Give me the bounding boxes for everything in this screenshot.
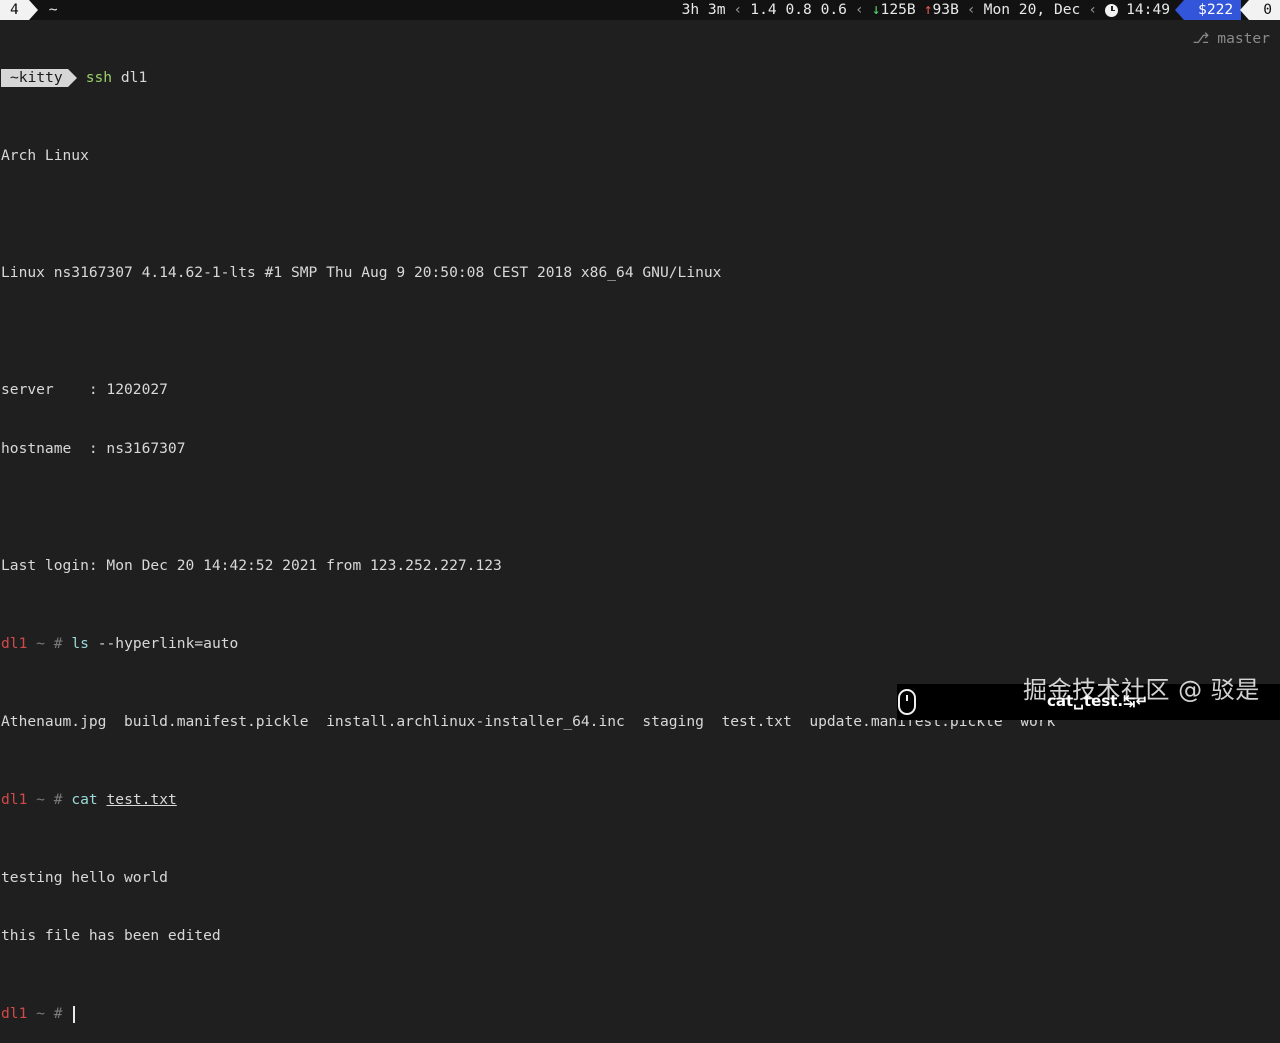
date: Mon 20, Dec xyxy=(983,1,1081,18)
prompt-host: dl1 xyxy=(1,790,28,808)
money-badge: $222 xyxy=(1175,0,1242,20)
prompt-tilde: ~ xyxy=(36,1005,45,1022)
net-down-value: 125B xyxy=(880,1,916,18)
prompt-tilde: ~ xyxy=(36,790,45,808)
command-name: ls xyxy=(71,634,89,652)
file-link[interactable]: test.txt xyxy=(107,791,177,808)
separator-icon: ‹ xyxy=(733,1,743,18)
prompt-host: dl1 xyxy=(1,1005,28,1022)
current-prompt[interactable]: dl1 ~ # xyxy=(1,1004,1279,1024)
clock-icon xyxy=(1105,3,1119,17)
time: 14:49 xyxy=(1126,1,1171,18)
ssh-command: ssh dl1 xyxy=(86,68,148,88)
command-args: --hyperlink=auto xyxy=(97,634,239,652)
download-arrow-icon: ↓ xyxy=(871,1,881,18)
uptime: 3h 3m xyxy=(681,1,726,18)
branch-icon: ⎇ xyxy=(1192,30,1210,48)
ssh-word: ssh xyxy=(85,69,113,86)
watermark: 掘金技术社区 @ 驳是 xyxy=(1023,676,1260,704)
mouse-icon xyxy=(898,689,916,715)
separator-icon: ‹ xyxy=(1088,1,1098,18)
upload-arrow-icon: ↑ xyxy=(923,1,933,18)
prompt-segment: ~kitty xyxy=(1,68,77,87)
command-line-cat: dl1 ~ # cat test.txt xyxy=(1,790,1279,810)
terminal-line: Last login: Mon Dec 20 14:42:52 2021 fro… xyxy=(1,556,502,574)
net-up-value: 93B xyxy=(932,1,959,18)
cat-output-line: this file has been edited xyxy=(1,927,221,944)
command-name: cat xyxy=(71,790,98,808)
prompt-hash: # xyxy=(53,790,63,808)
separator-icon: ‹ xyxy=(854,1,864,18)
terminal-line: server : 1202027 xyxy=(1,381,168,398)
tab-active-label: 4 xyxy=(10,1,19,18)
load-average: 1.4 0.8 0.6 xyxy=(750,1,847,18)
command-line-ls: dl1 ~ # ls --hyperlink=auto xyxy=(1,634,1279,654)
status-right: 3h 3m ‹ 1.4 0.8 0.6 ‹ ↓ 125B ↑ 93B ‹ Mon 2… xyxy=(676,0,1280,20)
count-badge: 0 xyxy=(1240,0,1280,20)
network-stats: ↓ 125B ↑ 93B xyxy=(866,0,965,20)
time-segment: 14:49 xyxy=(1099,0,1176,20)
tmux-status-bar: 4 ~ 3h 3m ‹ 1.4 0.8 0.6 ‹ ↓ 125B ↑ 93B ‹ M… xyxy=(0,0,1280,20)
tab-active[interactable]: 4 xyxy=(0,0,38,20)
text-cursor xyxy=(73,1005,76,1023)
prompt-tilde: ~ xyxy=(36,634,45,652)
ssh-host: dl1 xyxy=(120,69,148,86)
cat-output-line: testing hello world xyxy=(1,868,168,886)
prompt-bar: ~kitty ssh dl1 xyxy=(1,68,1279,88)
git-branch-indicator: ⎇ master xyxy=(1192,29,1270,49)
terminal-output[interactable]: ~kitty ssh dl1 Arch Linux Linux ns316730… xyxy=(1,29,1279,1043)
prompt-hash: # xyxy=(53,634,63,652)
terminal-line: Arch Linux xyxy=(1,147,89,164)
prompt-host: dl1 xyxy=(1,634,28,652)
separator-icon: ‹ xyxy=(966,1,976,18)
terminal-line: Linux ns3167307 4.14.62-1-lts #1 SMP Thu… xyxy=(1,264,722,281)
terminal-line: hostname : ns3167307 xyxy=(1,439,186,457)
tab-inactive-label: ~ xyxy=(48,1,58,18)
git-branch-name: master xyxy=(1217,30,1270,48)
prompt-hash: # xyxy=(53,1005,63,1022)
